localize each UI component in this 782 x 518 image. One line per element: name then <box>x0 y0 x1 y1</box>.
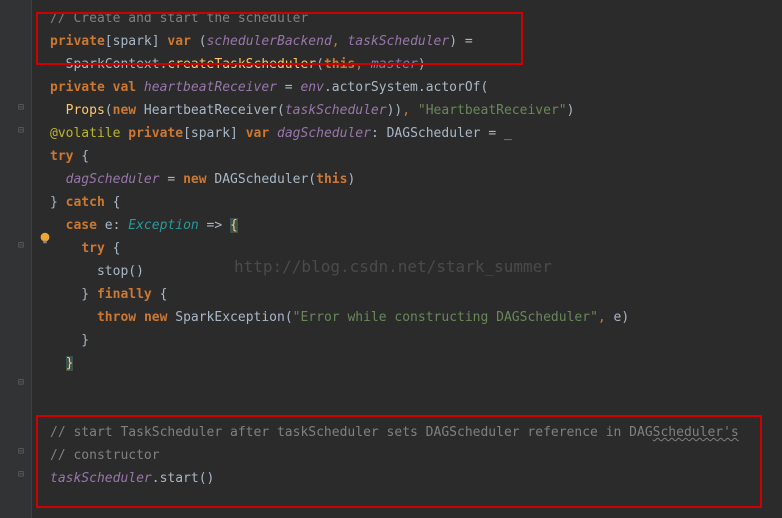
code-line: try { <box>50 145 782 168</box>
code-line: stop() <box>50 260 782 283</box>
code-area[interactable]: // Create and start the scheduler privat… <box>32 0 782 518</box>
code-line: SparkContext.createTaskScheduler(this, m… <box>50 53 782 76</box>
code-line: case e: Exception => { <box>50 214 782 237</box>
code-line: } finally { <box>50 283 782 306</box>
code-line: throw new SparkException("Error while co… <box>50 306 782 329</box>
code-line: private val heartbeatReceiver = env.acto… <box>50 76 782 99</box>
code-line: Props(new HeartbeatReceiver(taskSchedule… <box>50 99 782 122</box>
code-line: // constructor <box>50 444 782 467</box>
code-line: } catch { <box>50 191 782 214</box>
code-line: taskScheduler.start() <box>50 467 782 490</box>
code-line <box>50 398 782 421</box>
code-line <box>50 375 782 398</box>
fold-close-icon[interactable]: ⊟ <box>18 371 28 381</box>
code-line: // Create and start the scheduler <box>50 7 782 30</box>
fold-close-icon[interactable]: ⊟ <box>18 119 28 129</box>
code-line: dagScheduler = new DAGScheduler(this) <box>50 168 782 191</box>
code-line: } <box>50 329 782 352</box>
code-line: private[spark] var (schedulerBackend, ta… <box>50 30 782 53</box>
fold-close-icon[interactable]: ⊟ <box>18 96 28 106</box>
code-line: // start TaskScheduler after taskSchedul… <box>50 421 782 444</box>
fold-open-icon[interactable]: ⊟ <box>18 234 28 244</box>
code-editor[interactable]: ⊟ ⊟ ⊟ ⊟ ⊟ ⊟ // Create and start the sche… <box>0 0 782 518</box>
fold-open-icon[interactable]: ⊟ <box>18 440 28 450</box>
code-line: @volatile private[spark] var dagSchedule… <box>50 122 782 145</box>
lightbulb-icon[interactable] <box>38 231 52 245</box>
code-line: } <box>50 352 782 375</box>
code-line: try { <box>50 237 782 260</box>
gutter: ⊟ ⊟ ⊟ ⊟ ⊟ ⊟ <box>0 0 32 518</box>
fold-close-icon[interactable]: ⊟ <box>18 463 28 473</box>
